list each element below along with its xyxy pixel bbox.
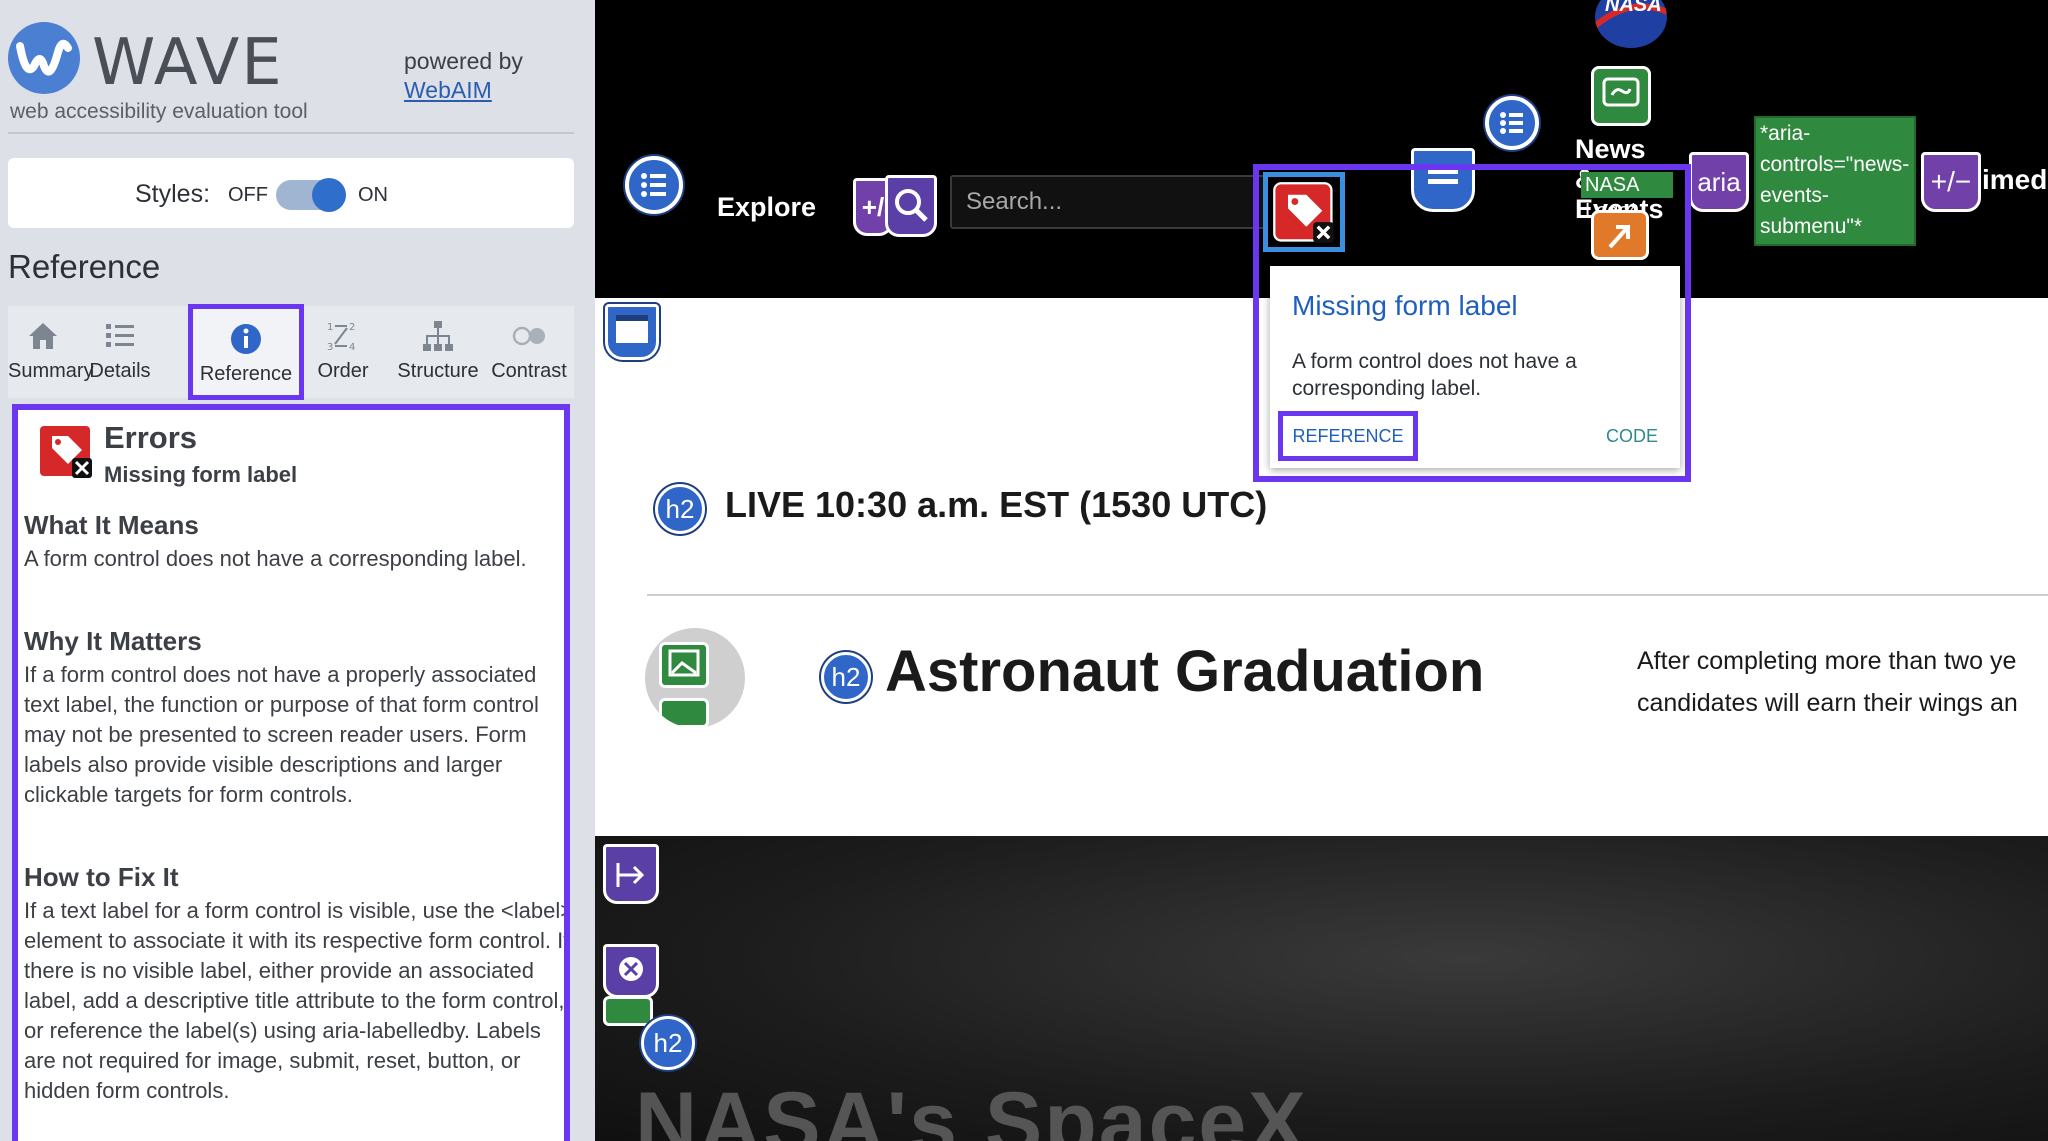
skip-link-shield-icon[interactable]: [603, 844, 659, 904]
nasa-logo-text: NASA: [1605, 0, 1662, 16]
search-field[interactable]: [950, 175, 1270, 229]
tab-contrast-label: Contrast: [491, 360, 567, 382]
tab-reference-label: Reference: [199, 363, 293, 385]
order-icon: 1 2 3 4: [327, 322, 355, 353]
tab-order-label: Order: [317, 360, 369, 382]
wave-list-icon-2[interactable]: [1485, 96, 1539, 150]
what-it-means-text: A form control does not have a correspon…: [24, 546, 527, 571]
wave-tagline: web accessibility evaluation tool: [10, 100, 308, 123]
astro-desc-line2: candidates will earn their wings an: [1637, 689, 2018, 717]
h2-heading-icon[interactable]: h2: [655, 484, 705, 534]
svg-text:3: 3: [327, 342, 333, 353]
tab-details[interactable]: Details: [84, 306, 156, 398]
error-type-name: Missing form label: [104, 462, 298, 487]
popup-title: Missing form label: [1292, 290, 1518, 321]
aria-expanded-shield-icon-2[interactable]: +/−: [1921, 152, 1981, 212]
h2-heading-icon-3[interactable]: h2: [641, 1016, 695, 1070]
webaim-link[interactable]: WebAIM: [404, 77, 492, 104]
astro-desc-line1: After completing more than two ye: [1637, 647, 2017, 675]
wave-sidebar: WAVE web accessibility evaluation tool p…: [0, 0, 595, 1141]
h2-heading-icon-2[interactable]: h2: [821, 652, 871, 702]
news-text-line1: News: [1575, 134, 1646, 164]
panel-section-title: Reference: [8, 248, 161, 285]
svg-text:1: 1: [327, 322, 333, 333]
styles-off-label: OFF: [228, 184, 268, 206]
hero-banner: h2 NASA's SpaceX: [595, 836, 2048, 1141]
why-it-matters-text: If a form control does not have a proper…: [24, 662, 539, 807]
svg-text:2: 2: [349, 322, 355, 333]
image-alt-icon-2: [659, 698, 709, 728]
explore-nav-link[interactable]: Explore: [717, 192, 816, 223]
what-it-means-heading: What It Means: [24, 510, 199, 540]
why-it-matters-heading: Why It Matters: [24, 626, 202, 656]
tab-summary[interactable]: Summary: [8, 306, 94, 398]
missing-label-error-icon: [1273, 182, 1334, 243]
tab-structure-label: Structure: [397, 360, 479, 382]
popup-reference-button[interactable]: REFERENCE: [1278, 411, 1418, 461]
tab-contrast[interactable]: Contrast: [486, 306, 572, 398]
nasa-logo[interactable]: NASA: [1595, 0, 1667, 48]
list-icon: [106, 324, 134, 347]
popup-description: A form control does not have a correspon…: [1292, 350, 1577, 400]
close-shield-icon[interactable]: [603, 944, 659, 998]
link-icon[interactable]: [1591, 66, 1651, 126]
sidebar-divider: [8, 132, 574, 134]
astronaut-graduation-description: After completing more than two ye candid…: [1637, 640, 2048, 724]
powered-by-text: powered by: [404, 48, 523, 74]
styles-toggle-panel: Styles: OFF ON: [8, 158, 574, 228]
search-shield-icon[interactable]: [885, 175, 937, 237]
wave-tab-bar: Summary Details Reference 1 2 3 4 Order Str…: [8, 304, 574, 400]
wave-list-icon[interactable]: [625, 156, 683, 214]
search-input[interactable]: [952, 177, 1268, 227]
image-alt-icon: [659, 642, 709, 688]
tab-summary-label: Summary: [8, 360, 94, 382]
image-alt-icon-3: [603, 996, 653, 1026]
wave-logo-icon: [8, 22, 80, 94]
selected-error-outline[interactable]: [1263, 172, 1345, 252]
hero-headline: NASA's SpaceX: [635, 1075, 1308, 1141]
error-info-popup: Missing form label A form control does n…: [1270, 266, 1680, 468]
evaluated-web-page: NASA Explore +/ News & Events: [595, 0, 2048, 1141]
styles-on-label: ON: [358, 184, 388, 206]
info-icon: [231, 324, 261, 354]
contrast-icon: [512, 326, 545, 346]
home-icon: [29, 323, 57, 349]
styles-toggle-switch[interactable]: [276, 178, 346, 212]
how-to-fix-heading: How to Fix It: [24, 862, 179, 892]
popup-code-button[interactable]: CODE: [1606, 426, 1658, 447]
svg-text:4: 4: [349, 342, 355, 353]
astronaut-graduation-heading[interactable]: Astronaut Graduation: [885, 638, 1484, 705]
tab-order[interactable]: 1 2 3 4 Order: [308, 306, 378, 398]
styles-label: Styles:: [135, 180, 211, 208]
structure-icon: [423, 321, 453, 351]
aria-shield-icon[interactable]: aria: [1689, 152, 1749, 212]
tab-details-label: Details: [89, 360, 151, 382]
how-to-fix-text: If a text label for a form control is vi…: [24, 898, 570, 1103]
error-tag-icon: [40, 426, 92, 478]
region-shield-icon[interactable]: [605, 304, 659, 360]
reference-panel: Errors Missing form label What It Means …: [12, 404, 570, 1141]
aria-controls-tooltip: *aria-controls="news-events-submenu"*: [1754, 116, 1916, 246]
section-divider: [647, 594, 2048, 596]
astronaut-thumbnail[interactable]: [645, 628, 745, 728]
immediate-nav-link[interactable]: imedi: [1982, 164, 2048, 196]
live-heading: LIVE 10:30 a.m. EST (1530 UTC): [725, 484, 1268, 525]
tab-reference[interactable]: Reference: [188, 304, 304, 400]
wave-logo-text: WAVE: [92, 26, 284, 100]
error-category-heading: Errors: [104, 420, 198, 455]
tab-structure[interactable]: Structure: [388, 306, 488, 398]
toggle-knob: [312, 178, 346, 212]
